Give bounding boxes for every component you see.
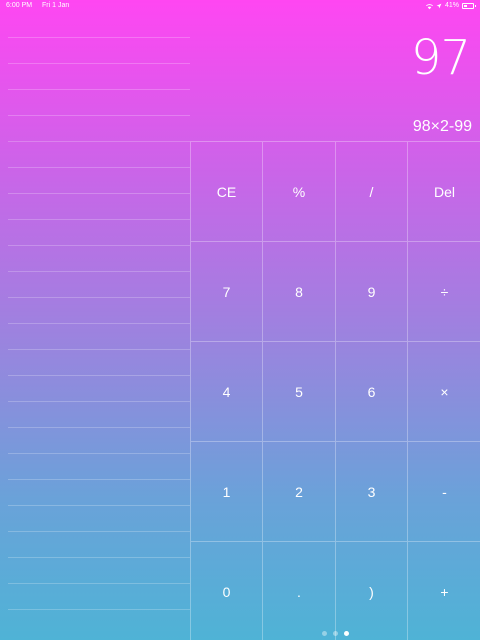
- battery-icon: [462, 3, 476, 9]
- plus-button[interactable]: +: [408, 542, 480, 640]
- history-line: [8, 297, 190, 298]
- digit-3-button[interactable]: 3: [336, 442, 408, 542]
- status-date: Fri 1 Jan: [42, 2, 70, 9]
- history-line: [8, 375, 190, 376]
- status-time: 6:00 PM: [6, 2, 33, 9]
- decimal-point-button[interactable]: .: [263, 542, 336, 640]
- divide-button[interactable]: ÷: [408, 242, 480, 342]
- history-line: [8, 141, 190, 142]
- digit-2-button[interactable]: 2: [263, 442, 336, 542]
- page-indicator: [322, 631, 349, 636]
- history-line: [8, 531, 190, 532]
- status-left: 6:00 PM Fri 1 Jan: [6, 0, 77, 12]
- history-line: [8, 349, 190, 350]
- status-bar: 6:00 PM Fri 1 Jan 41%: [0, 0, 480, 12]
- calculator-screen: 6:00 PM Fri 1 Jan 41% 97 98×2-99 CE% / Del…: [0, 0, 480, 640]
- history-line: [8, 427, 190, 428]
- slash-button[interactable]: /: [336, 142, 408, 242]
- battery-percent: 41%: [444, 2, 459, 9]
- digit-7-button[interactable]: 7: [191, 242, 263, 342]
- history-line: [8, 193, 190, 194]
- history-line: [8, 89, 190, 90]
- history-line: [8, 63, 190, 64]
- clear-entry-button[interactable]: CE: [191, 142, 263, 242]
- history-line: [8, 245, 190, 246]
- digit-4-button[interactable]: 4: [191, 342, 263, 442]
- result-display: 97: [410, 30, 471, 86]
- history-line: [8, 271, 190, 272]
- page-dot[interactable]: [322, 631, 327, 636]
- digit-5-button[interactable]: 5: [263, 342, 336, 442]
- history-line: [8, 37, 190, 38]
- digit-6-button[interactable]: 6: [336, 342, 408, 442]
- history-panel[interactable]: [8, 12, 190, 640]
- digit-0-button[interactable]: 0: [191, 542, 263, 640]
- page-dot[interactable]: [344, 631, 349, 636]
- multiply-button[interactable]: ×: [408, 342, 480, 442]
- page-dot[interactable]: [333, 631, 338, 636]
- status-right: 41%: [426, 0, 476, 12]
- close-paren-button[interactable]: ): [336, 542, 408, 640]
- keypad: CE% / Del 7 8 9 ÷ 4 5 6 × 1 2 3- 0.) +: [190, 141, 480, 640]
- history-line: [8, 479, 190, 480]
- history-line: [8, 583, 190, 584]
- minus-button[interactable]: -: [408, 442, 480, 542]
- history-line: [8, 219, 190, 220]
- history-line: [8, 505, 190, 506]
- digit-8-button[interactable]: 8: [263, 242, 336, 342]
- digit-1-button[interactable]: 1: [191, 442, 263, 542]
- battery-fill: [464, 5, 467, 7]
- delete-button[interactable]: Del: [408, 142, 480, 242]
- history-line: [8, 167, 190, 168]
- history-line: [8, 401, 190, 402]
- expression-display: 98×2-99: [412, 118, 472, 135]
- history-line: [8, 453, 190, 454]
- percent-button[interactable]: %: [263, 142, 336, 242]
- history-line: [8, 557, 190, 558]
- location-arrow-icon: [436, 3, 442, 9]
- history-line: [8, 323, 190, 324]
- history-line: [8, 115, 190, 116]
- digit-9-button[interactable]: 9: [336, 242, 408, 342]
- wifi-icon: [426, 3, 433, 9]
- history-line: [8, 609, 190, 610]
